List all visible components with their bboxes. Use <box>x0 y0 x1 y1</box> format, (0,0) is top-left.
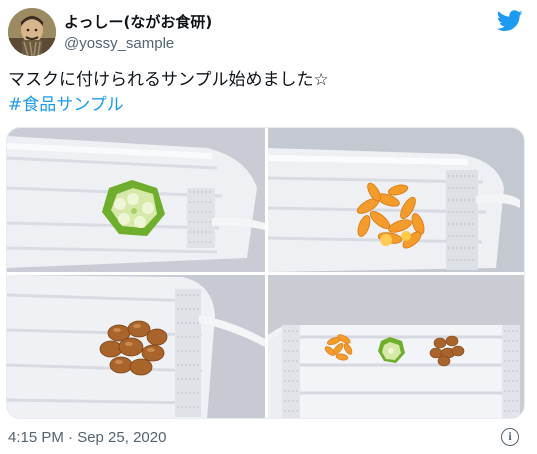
twitter-bird-icon[interactable] <box>497 10 523 32</box>
photo-okra[interactable] <box>7 128 265 272</box>
hashtag-link[interactable]: #食品サンプル <box>8 93 124 117</box>
okra-photo-image <box>7 128 265 272</box>
tweet-card: よっしー(ながお食研) @yossy_sample マスクに付けられるサンプル始… <box>0 0 537 454</box>
photo-three-samples[interactable] <box>268 275 524 418</box>
author-display-name[interactable]: よっしー(ながお食研) <box>64 12 212 32</box>
avatar[interactable] <box>8 8 56 56</box>
photo-natto[interactable] <box>7 275 265 418</box>
natto-photo-image <box>7 275 265 418</box>
info-icon[interactable]: i <box>501 428 519 446</box>
author-handle[interactable]: @yossy_sample <box>64 34 212 54</box>
salmon-roe-photo-image <box>268 128 524 272</box>
photo-grid <box>6 127 525 419</box>
tweet-timestamp[interactable]: 4:15 PM · Sep 25, 2020 <box>8 428 166 448</box>
three-samples-photo-image <box>268 275 524 418</box>
author-block: よっしー(ながお食研) @yossy_sample <box>64 12 212 54</box>
photo-salmon-roe[interactable] <box>268 128 524 272</box>
avatar-image <box>8 8 56 56</box>
tweet-text: マスクに付けられるサンプル始めました☆ <box>8 70 329 90</box>
